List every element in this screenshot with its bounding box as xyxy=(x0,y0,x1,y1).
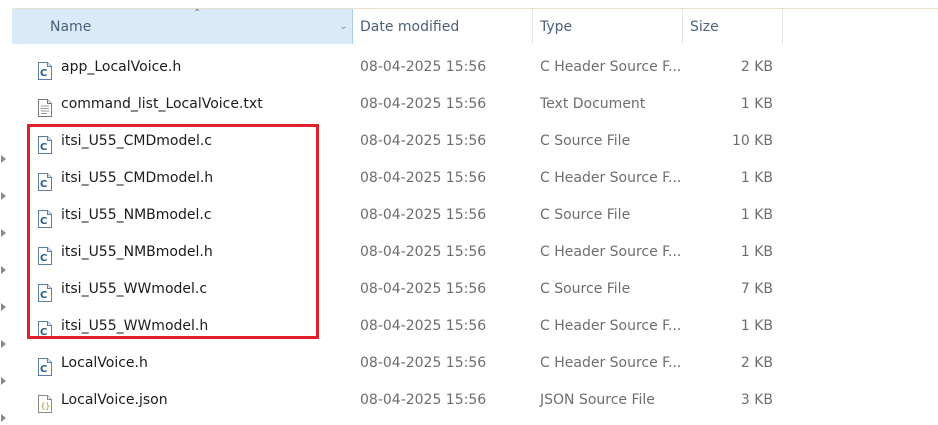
svg-text:C: C xyxy=(40,364,47,375)
svg-text:C: C xyxy=(40,142,47,153)
file-size: 10 KB xyxy=(731,133,773,149)
svg-text:C: C xyxy=(40,327,47,338)
file-date-modified: 08-04-2025 15:56 xyxy=(360,207,487,223)
file-size: 1 KB xyxy=(740,207,773,223)
file-type: JSON Source File xyxy=(540,392,655,408)
file-size: 2 KB xyxy=(740,355,773,371)
column-header-name-label: Name xyxy=(50,19,92,35)
chevron-right-icon[interactable] xyxy=(1,414,6,422)
c-source-file-icon: C xyxy=(37,132,53,154)
file-name: itsi_U55_WWmodel.h xyxy=(61,318,209,334)
file-row[interactable]: Citsi_U55_WWmodel.c 08-04-2025 15:56 C Sou… xyxy=(12,271,938,308)
chevron-right-icon[interactable] xyxy=(1,229,6,237)
navigation-pane-edge xyxy=(0,0,12,425)
column-header-type-label: Type xyxy=(540,19,573,35)
c-header-file-icon: C xyxy=(37,169,53,191)
c-header-file-icon: C xyxy=(37,354,53,376)
svg-text:C: C xyxy=(40,290,47,301)
file-row[interactable]: Capp_LocalVoice.h 08-04-2025 15:56 C Heade… xyxy=(12,49,938,86)
file-type: C Source File xyxy=(540,133,631,149)
file-date-modified: 08-04-2025 15:56 xyxy=(360,318,487,334)
file-type: C Header Source F... xyxy=(540,244,682,260)
column-header-size[interactable]: Size xyxy=(683,9,783,44)
c-header-file-icon: C xyxy=(37,317,53,339)
file-size: 1 KB xyxy=(740,170,773,186)
file-name: LocalVoice.h xyxy=(61,355,148,371)
svg-text:C: C xyxy=(40,253,47,264)
file-row[interactable]: {} LocalVoice.json 08-04-2025 15:56 JSON So… xyxy=(12,382,938,419)
file-name: command_list_LocalVoice.txt xyxy=(61,96,263,112)
file-type: C Header Source F... xyxy=(540,59,682,75)
svg-text:{}: {} xyxy=(41,402,51,411)
file-type: Text Document xyxy=(540,96,646,112)
column-header-size-label: Size xyxy=(690,19,719,35)
file-date-modified: 08-04-2025 15:56 xyxy=(360,244,487,260)
column-header-name[interactable]: Name ⌃ ⌄ xyxy=(12,9,353,44)
file-name: itsi_U55_WWmodel.c xyxy=(61,281,208,297)
file-type: C Header Source F... xyxy=(540,170,682,186)
chevron-right-icon[interactable] xyxy=(1,303,6,311)
file-row[interactable]: Citsi_U55_CMDmodel.c 08-04-2025 15:56 C So… xyxy=(12,123,938,160)
svg-text:C: C xyxy=(40,216,47,227)
file-name: itsi_U55_CMDmodel.c xyxy=(61,133,212,149)
chevron-right-icon[interactable] xyxy=(1,377,6,385)
file-name: app_LocalVoice.h xyxy=(61,59,182,75)
file-date-modified: 08-04-2025 15:56 xyxy=(360,355,487,371)
file-date-modified: 08-04-2025 15:56 xyxy=(360,170,487,186)
file-size: 1 KB xyxy=(740,96,773,112)
file-size: 1 KB xyxy=(740,318,773,334)
file-name: LocalVoice.json xyxy=(61,392,168,408)
file-type: C Source File xyxy=(540,281,631,297)
file-type: C Header Source F... xyxy=(540,355,682,371)
file-date-modified: 08-04-2025 15:56 xyxy=(360,281,487,297)
chevron-right-icon[interactable] xyxy=(1,192,6,200)
column-filter-chevron-icon[interactable]: ⌄ xyxy=(335,9,352,44)
sort-ascending-icon: ⌃ xyxy=(193,8,202,19)
c-source-file-icon: C xyxy=(37,206,53,228)
svg-text:C: C xyxy=(40,68,47,79)
c-source-file-icon: C xyxy=(37,280,53,302)
file-date-modified: 08-04-2025 15:56 xyxy=(360,59,487,75)
file-date-modified: 08-04-2025 15:56 xyxy=(360,392,487,408)
file-row[interactable]: command_list_LocalVoice.txt 08-04-2025 15… xyxy=(12,86,938,123)
file-explorer-list: Name ⌃ ⌄ Date modified Type Size Capp_Lo… xyxy=(0,0,938,425)
file-row[interactable]: Citsi_U55_CMDmodel.h 08-04-2025 15:56 C He… xyxy=(12,160,938,197)
file-date-modified: 08-04-2025 15:56 xyxy=(360,133,487,149)
file-date-modified: 08-04-2025 15:56 xyxy=(360,96,487,112)
column-header-bar: Name ⌃ ⌄ Date modified Type Size xyxy=(12,8,938,45)
c-header-file-icon: C xyxy=(37,58,53,80)
file-row[interactable]: Citsi_U55_NMBmodel.c 08-04-2025 15:56 C So… xyxy=(12,197,938,234)
file-size: 3 KB xyxy=(740,392,773,408)
file-name: itsi_U55_NMBmodel.h xyxy=(61,244,213,260)
file-type: C Source File xyxy=(540,207,631,223)
svg-text:C: C xyxy=(40,179,47,190)
file-size: 2 KB xyxy=(740,59,773,75)
column-header-type[interactable]: Type xyxy=(533,9,683,44)
file-row[interactable]: Citsi_U55_WWmodel.h 08-04-2025 15:56 C Hea… xyxy=(12,308,938,345)
file-name: itsi_U55_CMDmodel.h xyxy=(61,170,214,186)
file-size: 7 KB xyxy=(740,281,773,297)
file-name: itsi_U55_NMBmodel.c xyxy=(61,207,212,223)
chevron-right-icon[interactable] xyxy=(1,340,6,348)
chevron-right-icon[interactable] xyxy=(1,155,6,163)
text-document-icon xyxy=(37,95,53,117)
chevron-right-icon[interactable] xyxy=(1,266,6,274)
file-row[interactable]: C LocalVoice.h 08-04-2025 15:56 C Header So… xyxy=(12,345,938,382)
column-header-date-label: Date modified xyxy=(360,19,460,35)
file-size: 1 KB xyxy=(740,244,773,260)
file-type: C Header Source F... xyxy=(540,318,682,334)
file-row[interactable]: Citsi_U55_NMBmodel.h 08-04-2025 15:56 C He… xyxy=(12,234,938,271)
json-file-icon: {} xyxy=(37,391,53,413)
column-header-date-modified[interactable]: Date modified xyxy=(353,9,533,44)
c-header-file-icon: C xyxy=(37,243,53,265)
